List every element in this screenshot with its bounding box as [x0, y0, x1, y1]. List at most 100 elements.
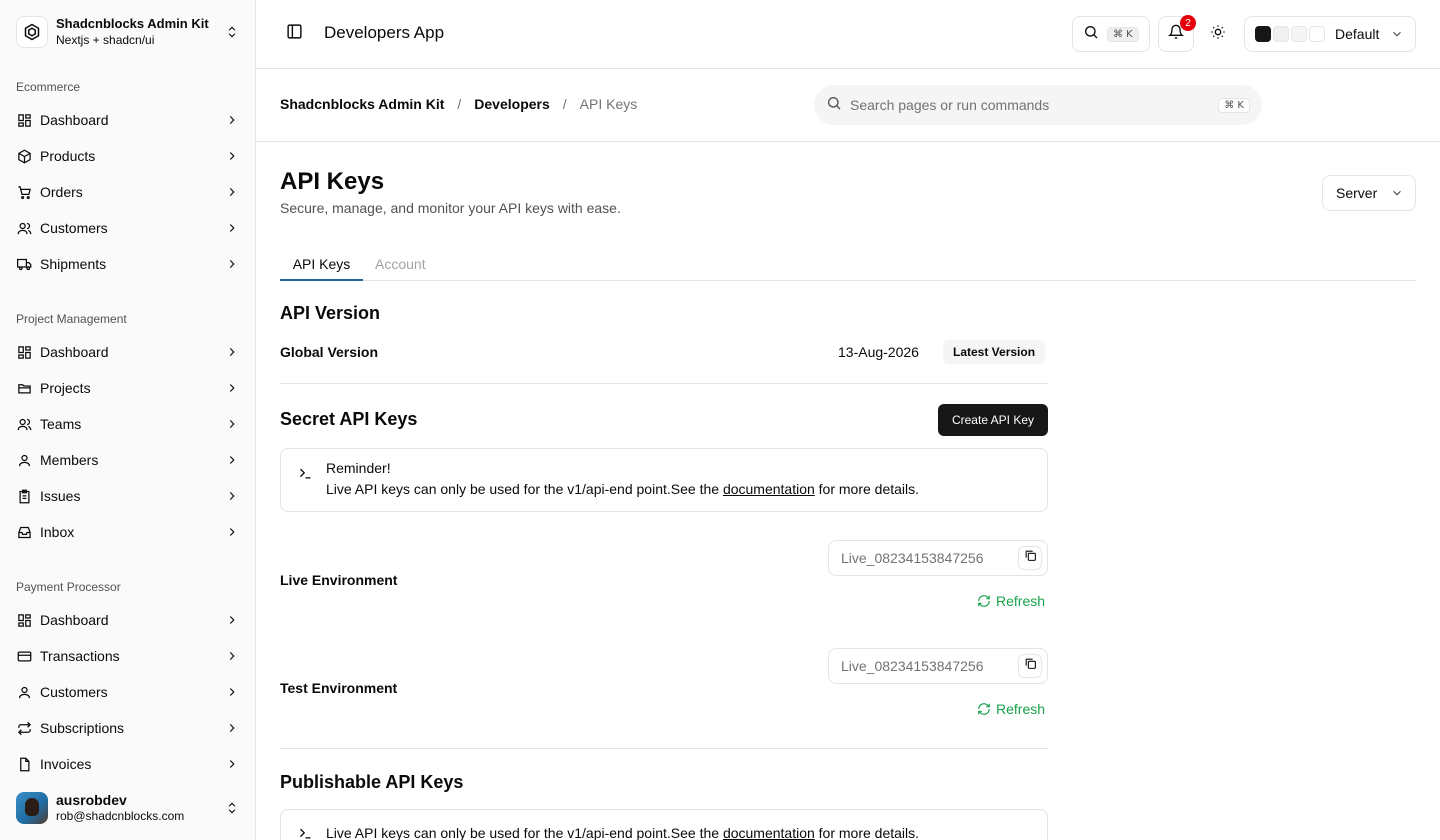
- sidebar-item-payment-customers[interactable]: Customers: [8, 676, 248, 708]
- divider: [280, 748, 1048, 749]
- page-title: API Keys: [280, 168, 385, 195]
- sidebar-item-projects[interactable]: Projects: [8, 372, 248, 404]
- global-version-date: 13-Aug-2026: [838, 344, 919, 360]
- team-switcher[interactable]: Shadcnblocks Admin Kit Nextjs + shadcn/u…: [8, 8, 248, 56]
- copy-icon: [1024, 549, 1037, 567]
- sidebar-item-payment-dashboard[interactable]: Dashboard: [8, 604, 248, 636]
- tab-account[interactable]: Account: [375, 256, 426, 272]
- user-name: ausrobdev: [56, 792, 127, 808]
- chevron-right-icon: [224, 416, 240, 432]
- command-search-placeholder: Search pages or run commands: [850, 97, 1050, 113]
- user-icon: [16, 452, 32, 468]
- chevron-right-icon: [224, 756, 240, 772]
- command-search-input[interactable]: Search pages or run commands ⌘ K: [814, 85, 1262, 125]
- breadcrumb-item-home[interactable]: Shadcnblocks Admin Kit: [280, 96, 444, 112]
- documentation-link[interactable]: documentation: [723, 825, 815, 840]
- sidebar-item-inbox[interactable]: Inbox: [8, 516, 248, 548]
- theme-swatches: [1255, 26, 1325, 42]
- app-title: Developers App: [324, 23, 445, 42]
- live-api-key-field[interactable]: Live_08234153847256: [828, 540, 1048, 576]
- sidebar-toggle-button[interactable]: [284, 24, 304, 44]
- sidebar-item-members[interactable]: Members: [8, 444, 248, 476]
- chevron-right-icon: [224, 648, 240, 664]
- breadcrumb-current: API Keys: [579, 96, 638, 112]
- chevron-right-icon: [224, 720, 240, 736]
- create-api-key-button[interactable]: Create API Key: [938, 404, 1048, 436]
- refresh-icon: [976, 594, 991, 609]
- sidebar-group-label: Ecommerce: [16, 80, 81, 94]
- dashboard-icon: [16, 112, 32, 128]
- copy-live-key-button[interactable]: [1018, 546, 1042, 570]
- user-menu[interactable]: ausrobdev rob@shadcnblocks.com: [8, 784, 248, 832]
- test-api-key-field[interactable]: Live_08234153847256: [828, 648, 1048, 684]
- theme-swatch: [1291, 26, 1307, 42]
- team-subtitle: Nextjs + shadcn/ui: [56, 33, 155, 47]
- notifications-button[interactable]: 2: [1158, 15, 1196, 52]
- sidebar-item-label: Transactions: [40, 648, 120, 664]
- chevron-right-icon: [224, 148, 240, 164]
- refresh-icon: [976, 702, 991, 717]
- chevron-down-icon: [1389, 26, 1405, 42]
- sidebar-item-shipments[interactable]: Shipments: [8, 248, 248, 280]
- sidebar-item-transactions[interactable]: Transactions: [8, 640, 248, 672]
- sidebar-item-orders[interactable]: Orders: [8, 176, 248, 208]
- sidebar-item-label: Dashboard: [40, 344, 109, 360]
- chevrons-up-down-icon: [224, 24, 240, 40]
- publishable-reminder-alert: Live API keys can only be used for the v…: [280, 809, 1048, 840]
- inbox-icon: [16, 524, 32, 540]
- chevron-right-icon: [224, 524, 240, 540]
- sidebar-item-ecommerce-customers[interactable]: Customers: [8, 212, 248, 244]
- sidebar-item-issues[interactable]: Issues: [8, 480, 248, 512]
- sidebar-item-ecommerce-dashboard[interactable]: Dashboard: [8, 104, 248, 136]
- sidebar-item-pm-dashboard[interactable]: Dashboard: [8, 336, 248, 368]
- chevron-right-icon: [224, 112, 240, 128]
- chevron-right-icon: [224, 684, 240, 700]
- sidebar-item-invoices[interactable]: Invoices: [8, 748, 248, 780]
- theme-select[interactable]: Default: [1244, 16, 1416, 52]
- chevron-right-icon: [224, 184, 240, 200]
- reminder-text: Live API keys can only be used for the v…: [326, 481, 919, 497]
- refresh-test-key-button[interactable]: Refresh: [976, 699, 1045, 719]
- copy-test-key-button[interactable]: [1018, 654, 1042, 678]
- chevron-right-icon: [224, 612, 240, 628]
- breadcrumb-separator: /: [457, 96, 462, 112]
- reminder-message: Live API keys can only be used for the v…: [326, 825, 720, 840]
- user-email: rob@shadcnblocks.com: [56, 809, 185, 823]
- theme-toggle-button[interactable]: [1208, 24, 1228, 44]
- environment-select[interactable]: Server: [1322, 175, 1416, 211]
- sidebar-item-products[interactable]: Products: [8, 140, 248, 172]
- clipboard-icon: [16, 488, 32, 504]
- refresh-live-key-button[interactable]: Refresh: [976, 591, 1045, 611]
- sidebar-item-teams[interactable]: Teams: [8, 408, 248, 440]
- breadcrumb-item-developers[interactable]: Developers: [474, 96, 549, 112]
- sidebar-item-label: Subscriptions: [40, 720, 125, 736]
- test-api-key-value: Live_08234153847256: [841, 658, 984, 674]
- search-icon: [826, 95, 842, 116]
- divider: [280, 383, 1048, 384]
- reminder-message: Live API keys can only be used for the v…: [326, 481, 720, 497]
- chevron-right-icon: [224, 452, 240, 468]
- dashboard-icon: [16, 612, 32, 628]
- refresh-label: Refresh: [996, 701, 1046, 717]
- search-button[interactable]: ⌘ K: [1072, 16, 1150, 52]
- global-version-label: Global Version: [280, 344, 379, 360]
- package-icon: [16, 148, 32, 164]
- documentation-link[interactable]: documentation: [723, 481, 815, 497]
- sun-icon: [1210, 24, 1226, 45]
- sidebar-group-label: Project Management: [16, 312, 127, 326]
- page-subtitle: Secure, manage, and monitor your API key…: [280, 200, 621, 216]
- environment-select-value: Server: [1336, 185, 1378, 201]
- sidebar-item-subscriptions[interactable]: Subscriptions: [8, 712, 248, 744]
- publishable-api-keys-heading: Publishable API Keys: [280, 772, 464, 792]
- top-bar: Developers App ⌘ K 2 Default: [256, 0, 1440, 69]
- search-icon: [1083, 24, 1099, 45]
- sidebar-item-label: Inbox: [40, 524, 75, 540]
- sidebar-item-label: Projects: [40, 380, 91, 396]
- tab-api-keys[interactable]: API Keys: [280, 256, 363, 281]
- reminder-suffix: for more details.: [818, 825, 920, 840]
- test-environment-label: Test Environment: [280, 680, 398, 696]
- copy-icon: [1024, 657, 1037, 675]
- sidebar-item-label: Members: [40, 452, 99, 468]
- secret-api-keys-heading: Secret API Keys: [280, 409, 418, 429]
- sidebar-item-label: Issues: [40, 488, 81, 504]
